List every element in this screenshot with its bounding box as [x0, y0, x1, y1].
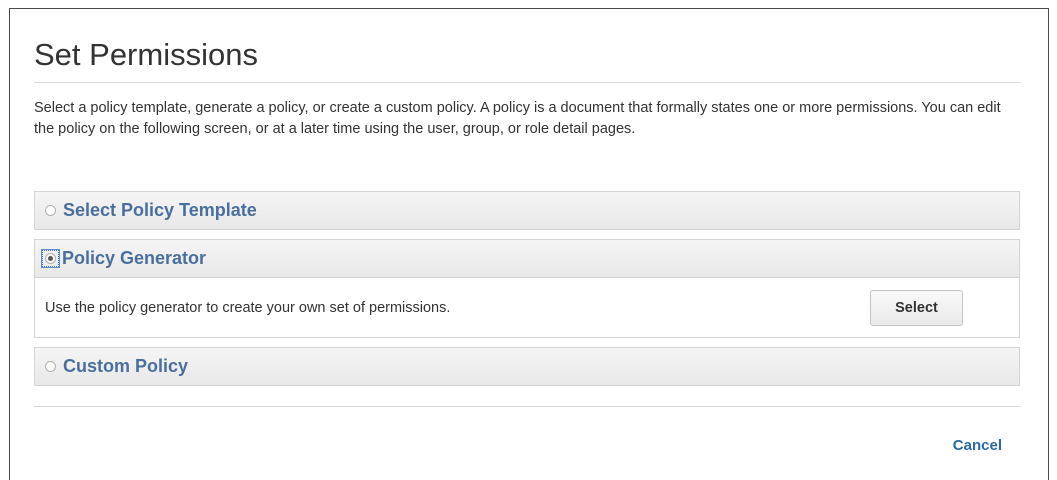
- radio-select-policy-template[interactable]: [45, 205, 56, 216]
- option-header-select-policy-template[interactable]: Select Policy Template: [35, 192, 1019, 229]
- policy-generator-body: Use the policy generator to create your …: [35, 277, 1019, 337]
- option-custom-policy: Custom Policy: [34, 347, 1020, 386]
- select-button[interactable]: Select: [870, 289, 963, 326]
- cancel-link[interactable]: Cancel: [953, 437, 1002, 454]
- option-label[interactable]: Policy Generator: [62, 248, 206, 269]
- option-label[interactable]: Custom Policy: [63, 356, 188, 377]
- radio-policy-generator[interactable]: [45, 253, 56, 264]
- option-label[interactable]: Select Policy Template: [63, 200, 257, 221]
- option-select-policy-template: Select Policy Template: [34, 191, 1020, 230]
- option-policy-generator: Policy Generator Use the policy generato…: [34, 239, 1020, 338]
- radio-custom-policy[interactable]: [45, 361, 56, 372]
- set-permissions-dialog: Set Permissions Select a policy template…: [9, 8, 1049, 480]
- radio-focus-ring: [41, 249, 60, 268]
- policy-generator-description: Use the policy generator to create your …: [45, 299, 451, 316]
- dialog-description: Select a policy template, generate a pol…: [34, 100, 1001, 137]
- option-header-policy-generator[interactable]: Policy Generator: [35, 240, 1019, 277]
- option-header-custom-policy[interactable]: Custom Policy: [35, 348, 1019, 385]
- title-divider: [34, 82, 1021, 83]
- dialog-title: Set Permissions: [34, 37, 258, 72]
- footer-divider: [34, 406, 1021, 407]
